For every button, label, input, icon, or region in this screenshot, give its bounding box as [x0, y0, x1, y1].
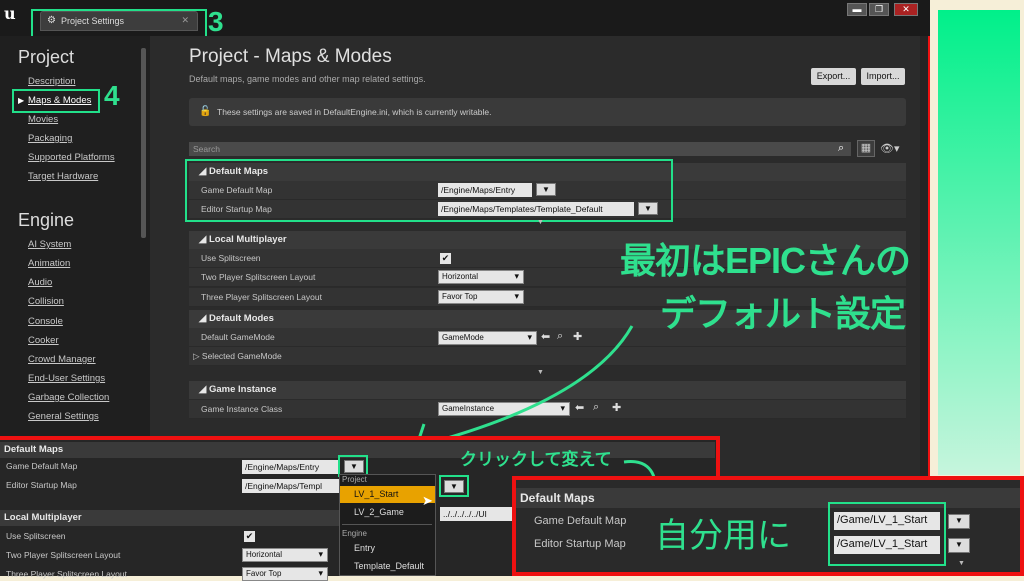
section-title: Game Instance [208, 384, 277, 395]
search-input[interactable]: Search [189, 142, 851, 156]
sidebar-scrollbar[interactable] [141, 48, 146, 238]
sidebar-item-ai-system[interactable]: AI System [28, 239, 71, 250]
two-player-layout-dropdown[interactable]: Horizontal [242, 548, 328, 562]
search-icon[interactable]: ⌕ [838, 142, 844, 155]
section-local-multiplayer-zoom[interactable]: Local Multiplayer [0, 510, 340, 526]
eye-icon[interactable]: 👁▾ [880, 142, 900, 155]
highlight-box-dropdown-button [439, 475, 469, 497]
sidebar-item-garbage-collection[interactable]: Garbage Collection [28, 392, 109, 403]
sidebar-item-console[interactable]: Console [28, 316, 63, 327]
section-title: Default Maps [520, 491, 595, 505]
sidebar-item-end-user-settings[interactable]: End-User Settings [28, 373, 105, 384]
minimize-button[interactable]: ▬ [847, 3, 867, 16]
expand-arrow-icon: ◢ [199, 313, 209, 324]
expand-triangle-icon: ▷ [193, 351, 202, 361]
field-label: Use Splitscreen [6, 531, 66, 541]
expand-arrow-icon: ◢ [199, 384, 209, 395]
sidebar-item-crowd-manager[interactable]: Crowd Manager [28, 354, 96, 365]
field-label: Game Instance Class [201, 404, 283, 414]
use-splitscreen-checkbox[interactable]: ✔ [440, 253, 451, 264]
sidebar-item-movies[interactable]: Movies [28, 114, 58, 125]
grid-view-icon[interactable]: ▦ [857, 140, 875, 157]
editor-startup-map-value[interactable]: /Engine/Maps/Templ [242, 479, 340, 493]
field-label: Default GameMode [201, 332, 275, 342]
field-label: Game Default Map [6, 461, 78, 471]
annotation-handwritten: 自分用に [655, 516, 791, 556]
sidebar-item-general-settings[interactable]: General Settings [28, 411, 99, 422]
close-window-button[interactable]: ✕ [894, 3, 918, 16]
export-button[interactable]: Export... [811, 68, 856, 85]
collapse-arrow-icon[interactable]: ▼ [537, 219, 544, 226]
section-title: Local Multiplayer [4, 512, 82, 523]
sidebar-item-collision[interactable]: Collision [28, 296, 64, 307]
menu-item-lv-2-game[interactable]: LV_2_Game [340, 507, 404, 517]
field-label: Two Player Splitscreen Layout [201, 272, 316, 282]
sidebar-item-packaging[interactable]: Packaging [28, 133, 72, 144]
field-label: Three Player Splitscreen Layout [201, 292, 322, 302]
annotation-number-4: 4 [104, 80, 120, 111]
highlight-box-new-values [828, 502, 946, 566]
notice-bar: These settings are saved in DefaultEngin… [189, 98, 906, 126]
menu-header-engine: Engine [342, 529, 367, 538]
page-title: Project - Maps & Modes [189, 46, 392, 67]
highlight-box-tab [31, 9, 207, 39]
field-label: Editor Startup Map [6, 480, 77, 490]
unlock-icon: 🔓 [199, 106, 212, 117]
section-title: Default Maps [4, 444, 64, 455]
highlight-box-maps-modes [12, 89, 100, 113]
field-label: Selected GameMode [201, 351, 282, 361]
sidebar-item-animation[interactable]: Animation [28, 258, 70, 269]
dropdown-button[interactable]: ▼ [948, 514, 970, 529]
unreal-logo-icon: u [4, 4, 16, 23]
annotation-number-3: 3 [208, 6, 224, 37]
menu-item-entry[interactable]: Entry [340, 543, 375, 553]
import-button[interactable]: Import... [861, 68, 905, 85]
page-subtitle: Default maps, game modes and other map r… [189, 74, 426, 84]
section-title: Default Modes [208, 313, 274, 324]
field-label: Game Default Map [534, 515, 627, 527]
sidebar-header-project: Project [18, 47, 75, 67]
sidebar-header-engine: Engine [18, 210, 75, 230]
field-label: Use Splitscreen [201, 253, 261, 263]
menu-item-template-default[interactable]: Template_Default [340, 561, 424, 571]
field-label: Three Player Splitscreen Layout [6, 569, 127, 579]
sidebar-item-audio[interactable]: Audio [28, 277, 52, 288]
menu-header-project: Project [342, 475, 367, 484]
game-default-map-value[interactable]: /Engine/Maps/Entry [242, 460, 339, 474]
collapse-arrow-icon[interactable]: ▼ [958, 560, 965, 567]
three-player-layout-dropdown[interactable]: Favor Top [242, 567, 328, 581]
sidebar-item-target-hardware[interactable]: Target Hardware [28, 171, 98, 182]
maximize-button[interactable]: ❐ [869, 3, 889, 16]
annotation-click-caption: クリックして変えて [460, 450, 612, 469]
two-player-layout-dropdown[interactable]: Horizontal [438, 270, 524, 284]
annotation-caption-line1: 最初はEPICさんの [620, 240, 911, 281]
section-title: Local Multiplayer [208, 234, 287, 245]
three-player-layout-dropdown[interactable]: Favor Top [438, 290, 524, 304]
sidebar-item-cooker[interactable]: Cooker [28, 335, 59, 346]
dropdown-button[interactable]: ▼ [948, 538, 970, 553]
sidebar-item-description[interactable]: Description [28, 76, 76, 87]
expand-arrow-icon: ◢ [199, 234, 209, 245]
highlight-box-default-maps [185, 159, 673, 222]
field-label: Two Player Splitscreen Layout [6, 550, 121, 560]
menu-item-lv-1-start[interactable]: LV_1_Start [340, 486, 435, 503]
decorative-gradient-bar [938, 10, 1020, 475]
annotation-caption-line2: デフォルト設定 [660, 293, 906, 334]
use-splitscreen-checkbox[interactable]: ✔ [244, 531, 255, 542]
menu-divider [342, 524, 432, 525]
mouse-cursor-icon: ➤ [422, 493, 433, 508]
path-value: ../../../../../UI [440, 507, 514, 521]
field-label: Editor Startup Map [534, 538, 626, 550]
sidebar-item-supported-platforms[interactable]: Supported Platforms [28, 152, 115, 163]
